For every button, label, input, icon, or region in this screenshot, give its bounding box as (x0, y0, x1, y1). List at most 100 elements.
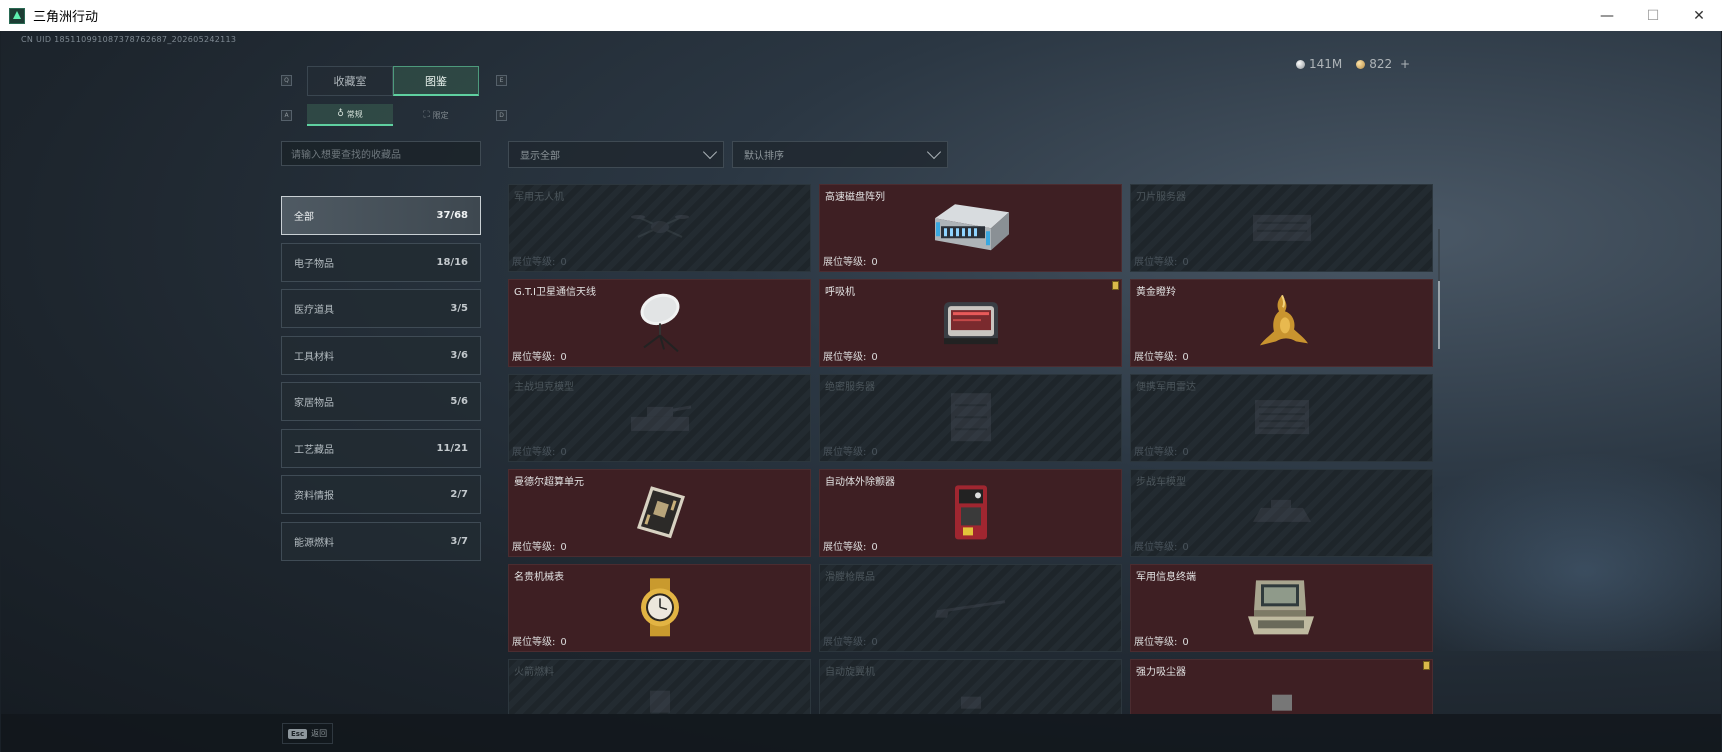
level-value: 0 (871, 542, 878, 553)
level-value: 0 (1182, 542, 1189, 553)
back-button[interactable]: Esc 返回 (282, 723, 334, 744)
item-name: 黄金瞪羚 (1136, 287, 1176, 298)
collection-item-card[interactable]: G.T.I卫星通信天线 展位等级: 0 (508, 279, 811, 367)
musket-icon (931, 592, 1011, 626)
item-name: 火箭燃料 (514, 667, 554, 678)
level-label: 展位等级: (512, 542, 556, 553)
level-label: 展位等级: (1134, 542, 1178, 553)
item-level: 展位等级: 0 (823, 348, 878, 363)
category-count: 3/7 (450, 535, 468, 547)
category-electronics[interactable]: 电子物品 18/16 (281, 242, 481, 282)
sort-value: 默认排序 (744, 151, 784, 162)
level-label: 展位等级: (512, 447, 556, 458)
search-input[interactable]: 请输入想要查找的收藏品 (281, 141, 481, 166)
tank-model-icon (625, 397, 695, 441)
gold-amount: 822 (1369, 57, 1393, 71)
window-title: 三角洲行动 (33, 10, 99, 25)
server-icon (941, 389, 1001, 449)
category-count: 3/6 (450, 349, 468, 361)
subtab-limited-label: 限定 (432, 110, 449, 120)
add-currency-button[interactable]: + (1400, 57, 1410, 71)
category-all[interactable]: 全部 37/68 (281, 196, 481, 235)
collection-item-card[interactable]: 自动体外除颤器 展位等级: 0 (819, 469, 1122, 557)
silver-currency: 141M (1296, 57, 1342, 71)
category-intel[interactable]: 资料情报 2/7 (281, 475, 481, 514)
maximize-button[interactable]: ☐ (1630, 0, 1676, 31)
collection-item-card[interactable]: 黄金瞪羚展位等级: 0 (1130, 279, 1433, 367)
category-energy[interactable]: 能源燃料 3/7 (281, 521, 481, 561)
level-value: 0 (560, 637, 567, 648)
level-value: 0 (1182, 637, 1189, 648)
collection-item-card[interactable]: 步战车模型展位等级: 0 (1130, 469, 1433, 557)
disk-array-icon (929, 198, 1013, 260)
category-crafts[interactable]: 工艺藏品 11/21 (281, 428, 481, 468)
category-label: 全部 (294, 212, 314, 223)
item-name: 自动旋翼机 (825, 667, 875, 678)
item-name: 便携军用雷达 (1136, 382, 1196, 393)
subtab-limited[interactable]: ⛶ 限定 (393, 104, 479, 126)
regular-icon: ♁ (337, 109, 344, 119)
level-label: 展位等级: (512, 257, 556, 268)
category-count: 3/5 (450, 303, 468, 314)
filter-dropdown[interactable]: 显示全部 (508, 141, 724, 168)
tab-encyclopedia[interactable]: 图鉴 (393, 66, 479, 96)
item-name: 绝密服务器 (825, 382, 875, 393)
collection-item-card[interactable]: 便携军用雷达 展位等级: 0 (1130, 374, 1433, 462)
level-label: 展位等级: (823, 447, 867, 458)
tab-collection-room[interactable]: 收藏室 (307, 66, 393, 96)
ifv-model-icon (1247, 492, 1317, 536)
key-hint-a: A (281, 110, 292, 121)
item-level: 展位等级: 0 (823, 538, 878, 553)
subtab-regular[interactable]: ♁ 常规 (307, 104, 393, 126)
collection-item-card[interactable]: 军用无人机 展位等级: 0 (508, 184, 811, 272)
item-level: 展位等级: 0 (1134, 348, 1189, 363)
category-label: 医疗道具 (294, 305, 334, 316)
category-tools[interactable]: 工具材料 3/6 (281, 335, 481, 375)
field-terminal-icon (1244, 576, 1320, 642)
sort-dropdown[interactable]: 默认排序 (732, 141, 948, 168)
category-household[interactable]: 家居物品 5/6 (281, 382, 481, 421)
collection-item-card[interactable]: 滑膛枪展品 展位等级: 0 (819, 564, 1122, 652)
category-label: 工艺藏品 (294, 444, 334, 456)
level-value: 0 (1182, 257, 1189, 268)
item-name: 刀片服务器 (1136, 192, 1186, 203)
minimize-button[interactable]: — (1584, 0, 1630, 31)
item-name: 主战坦克模型 (514, 382, 574, 393)
item-level: 展位等级: 0 (512, 633, 567, 648)
item-name: 步战车模型 (1136, 477, 1186, 488)
collection-item-card[interactable]: 自动旋翼机展位等级:0 (819, 659, 1122, 714)
close-button[interactable]: ✕ (1676, 0, 1722, 31)
category-medical[interactable]: 医疗道具 3/5 (281, 289, 481, 328)
collection-item-card[interactable]: 火箭燃料展位等级:0 (508, 659, 811, 714)
defibrillator-icon (949, 479, 993, 549)
level-label: 展位等级: (512, 637, 556, 648)
limited-icon: ⛶ (423, 110, 430, 120)
collection-item-card[interactable]: 名贵机械表 展位等级: 0 (508, 564, 811, 652)
collection-item-card[interactable]: 呼吸机展位等级: 0 (819, 279, 1122, 367)
vacuum-icon (1262, 687, 1302, 714)
silver-coin-icon (1296, 60, 1305, 69)
level-value: 0 (871, 637, 878, 648)
collection-item-card[interactable]: 高速磁盘阵列 展位等级: 0 (819, 184, 1122, 272)
new-badge-icon (1112, 281, 1119, 290)
item-name: 曼德尔超算单元 (514, 477, 584, 488)
level-value: 0 (871, 352, 878, 363)
radar-icon (1247, 392, 1317, 446)
collection-item-card[interactable]: 刀片服务器 展位等级: 0 (1130, 184, 1433, 272)
collection-item-card[interactable]: 曼德尔超算单元 展位等级: 0 (508, 469, 811, 557)
gold-coin-icon (1356, 60, 1366, 69)
item-name: 军用信息终端 (1136, 572, 1196, 583)
collection-item-card[interactable]: 强力吸尘器展位等级:0 (1130, 659, 1433, 714)
item-name: 呼吸机 (825, 287, 855, 298)
game-viewport: CN UID 185110991087378762687_20260524211… (1, 31, 1721, 752)
chevron-down-icon (702, 144, 718, 160)
collection-item-card[interactable]: 主战坦克模型 展位等级: 0 (508, 374, 811, 462)
collection-item-card[interactable]: 绝密服务器 展位等级: 0 (819, 374, 1122, 462)
new-badge-icon (1423, 661, 1430, 670)
filter-value: 显示全部 (520, 151, 560, 162)
silver-amount: 141M (1309, 57, 1343, 71)
grid-scrollbar-thumb[interactable] (1438, 281, 1440, 349)
level-label: 展位等级: (823, 542, 867, 553)
collection-item-card[interactable]: 军用信息终端 展位等级: 0 (1130, 564, 1433, 652)
item-level: 展位等级: 0 (512, 348, 567, 363)
